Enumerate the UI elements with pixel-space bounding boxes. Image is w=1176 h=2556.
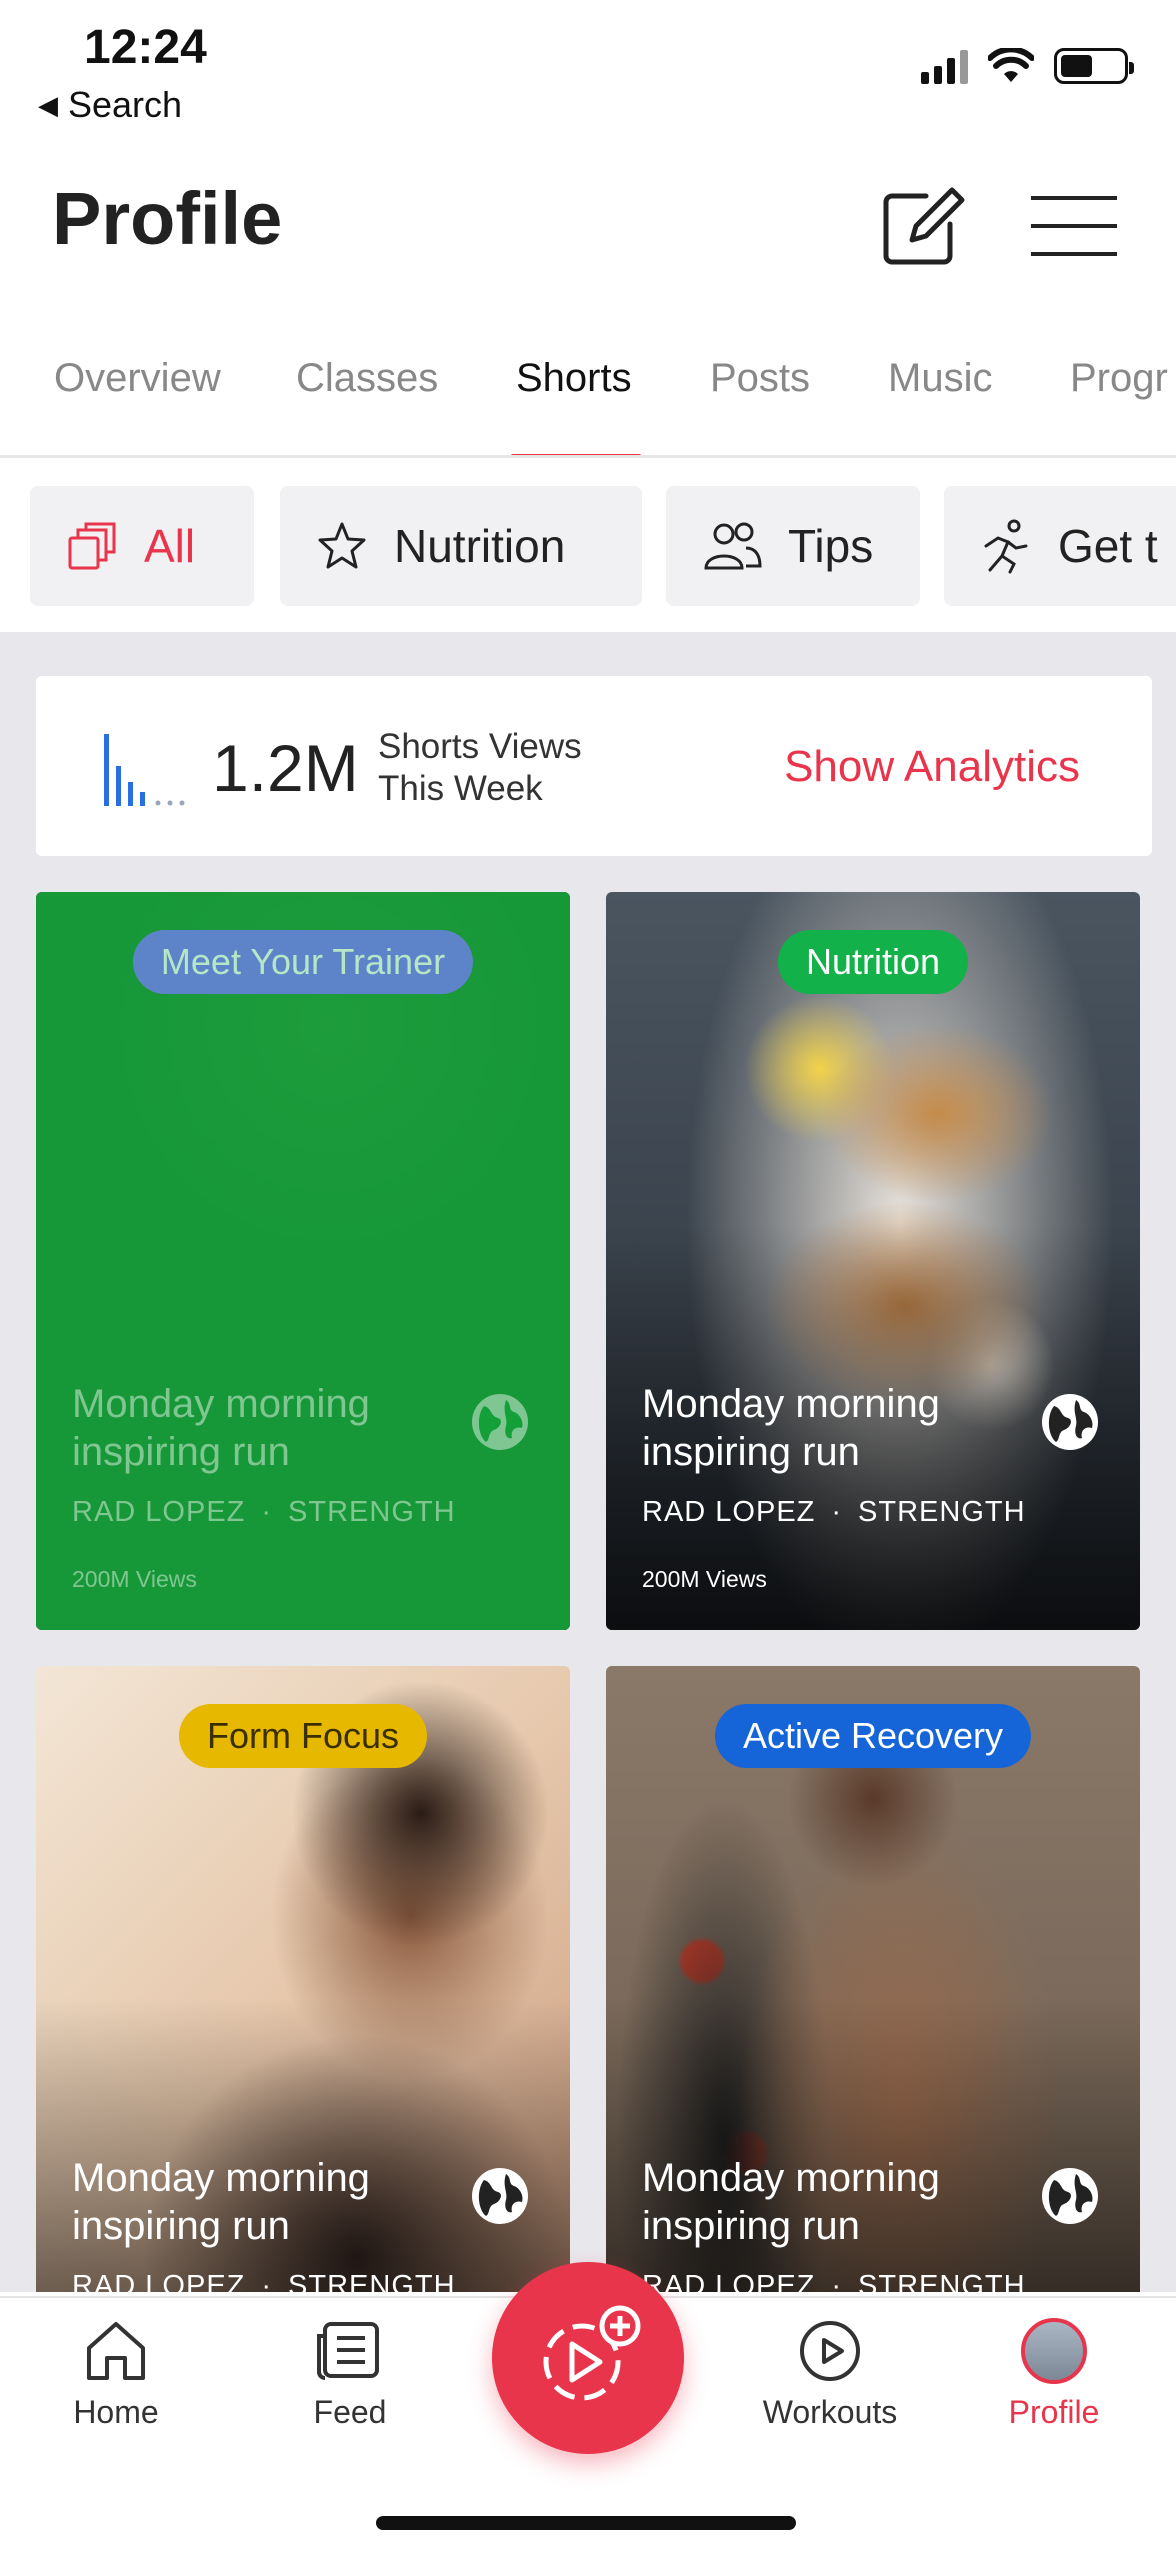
globe-icon <box>1042 1394 1098 1450</box>
filter-tips-chip[interactable]: Tips <box>666 486 920 606</box>
instructor-name: RAD LOPEZ <box>642 1496 816 1528</box>
short-title: Monday morning inspiring run <box>72 2156 370 2248</box>
nav-workouts[interactable]: Workouts <box>740 2318 920 2431</box>
tab-posts[interactable]: Posts <box>710 356 810 455</box>
category-badge: Nutrition <box>777 930 969 994</box>
status-icons <box>921 48 1134 84</box>
profile-tabs: Overview Classes Shorts Posts Music Prog… <box>0 340 1176 458</box>
back-label: Search <box>68 84 183 125</box>
analytics-label: Shorts Views This Week <box>378 727 582 808</box>
globe-icon <box>472 1394 528 1450</box>
edit-profile-button[interactable] <box>876 178 972 274</box>
star-icon <box>318 522 366 569</box>
instructor-name: RAD LOPEZ <box>72 2270 246 2292</box>
status-bar: 12:24 ◀ Search <box>0 0 1176 140</box>
category-badge: Meet Your Trainer <box>132 930 474 994</box>
short-card[interactable]: Form Focus Monday morning inspiring run … <box>36 1666 570 2292</box>
short-category: STRENGTH <box>288 1496 456 1528</box>
short-category: STRENGTH <box>858 2270 1026 2292</box>
analytics-card: 1.2M Shorts Views This Week Show Analyti… <box>36 676 1152 856</box>
tab-music[interactable]: Music <box>888 356 992 455</box>
avatar <box>1021 2318 1087 2384</box>
menu-icon <box>1031 196 1117 256</box>
filter-nutrition-chip[interactable]: Nutrition <box>280 486 642 606</box>
short-card[interactable]: Active Recovery Monday morning inspiring… <box>606 1666 1140 2292</box>
short-meta: RAD LOPEZ · STRENGTH <box>72 2270 456 2292</box>
nav-label: Profile <box>1008 2394 1100 2430</box>
shorts-content: 1.2M Shorts Views This Week Show Analyti… <box>0 632 1176 2292</box>
nav-label: Workouts <box>762 2394 898 2430</box>
globe-icon <box>1042 2168 1098 2224</box>
edit-icon <box>883 187 965 265</box>
status-time: 12:24 <box>84 21 207 74</box>
tab-programs[interactable]: Progr <box>1070 356 1168 455</box>
short-meta: RAD LOPEZ · STRENGTH <box>642 1496 1026 1528</box>
tab-overview[interactable]: Overview <box>54 356 221 455</box>
short-title: Monday morning inspiring run <box>642 1382 940 1474</box>
category-badge: Form Focus <box>178 1704 428 1768</box>
back-to-search-button[interactable]: ◀ Search <box>38 84 182 126</box>
filter-chips: All Nutrition Tips Get t <box>0 460 1176 632</box>
people-icon <box>704 522 762 570</box>
nav-home[interactable]: Home <box>26 2318 206 2431</box>
view-count: 200M Views <box>642 1566 767 1592</box>
battery-icon <box>1054 48 1134 84</box>
short-meta: RAD LOPEZ · STRENGTH <box>642 2270 1026 2292</box>
short-title: Monday morning inspiring run <box>72 1382 370 1474</box>
wifi-icon <box>988 48 1034 82</box>
nav-profile[interactable]: Profile <box>964 2318 1144 2431</box>
bar-chart-icon <box>104 734 185 806</box>
instructor-name: RAD LOPEZ <box>642 2270 816 2292</box>
filter-all-chip[interactable]: All <box>30 486 254 606</box>
home-indicator <box>376 2516 796 2530</box>
nav-feed[interactable]: Feed <box>260 2318 440 2431</box>
filter-label: Nutrition <box>394 520 566 572</box>
filter-label: Tips <box>788 520 874 572</box>
page-title: Profile <box>52 177 283 260</box>
create-short-button[interactable] <box>492 2262 684 2454</box>
home-icon <box>87 2322 145 2380</box>
short-card[interactable]: Meet Your Trainer Monday morning inspiri… <box>36 892 570 1630</box>
short-category: STRENGTH <box>858 1496 1026 1528</box>
tab-shorts[interactable]: Shorts <box>510 356 642 455</box>
short-category: STRENGTH <box>288 2270 456 2292</box>
short-meta: RAD LOPEZ · STRENGTH <box>72 1496 456 1528</box>
short-card[interactable]: Nutrition Monday morning inspiring run R… <box>606 892 1140 1630</box>
globe-icon <box>472 2168 528 2224</box>
cellular-signal-icon <box>921 48 968 84</box>
feed-icon <box>317 2322 379 2380</box>
back-arrow-icon: ◀ <box>38 89 58 120</box>
category-badge: Active Recovery <box>714 1704 1032 1768</box>
menu-button[interactable] <box>1024 178 1124 274</box>
nav-label: Home <box>73 2394 159 2430</box>
filter-label: Get t <box>1058 520 1158 572</box>
runner-icon <box>984 519 1028 574</box>
nav-label: Feed <box>313 2394 387 2430</box>
analytics-value: 1.2M <box>212 731 359 805</box>
filter-get-toned-chip[interactable]: Get t <box>944 486 1176 606</box>
create-short-icon <box>543 2305 641 2401</box>
stacked-squares-icon <box>68 522 116 570</box>
short-title: Monday morning inspiring run <box>642 2156 940 2248</box>
filter-label: All <box>144 520 196 572</box>
instructor-name: RAD LOPEZ <box>72 1496 246 1528</box>
tab-classes[interactable]: Classes <box>296 356 438 455</box>
show-analytics-link[interactable]: Show Analytics <box>784 742 1080 792</box>
play-circle-icon <box>800 2321 860 2381</box>
view-count: 200M Views <box>72 1566 197 1592</box>
